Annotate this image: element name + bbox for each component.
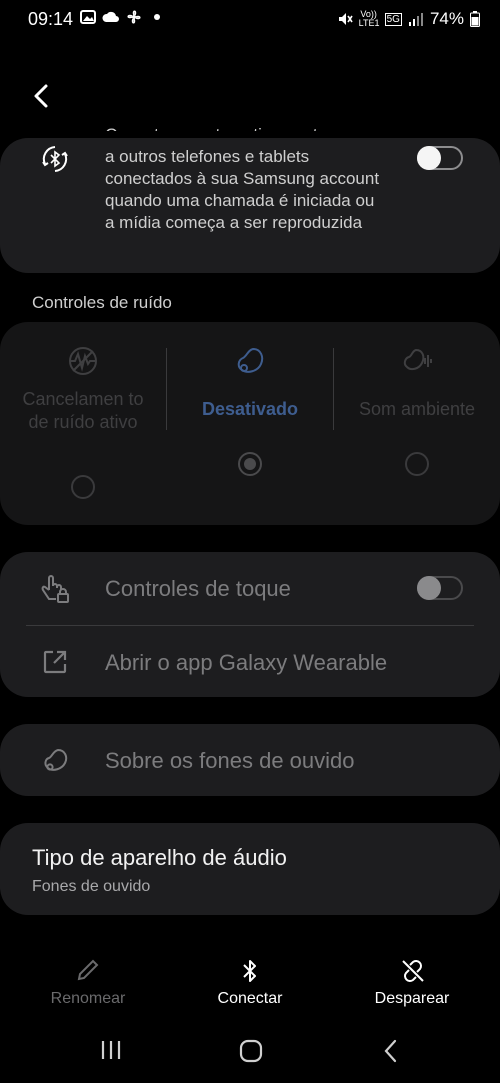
- connect-label: Conectar: [217, 990, 283, 1007]
- auto-switch-toggle[interactable]: [417, 146, 463, 170]
- auto-switch-icon: [42, 146, 68, 172]
- radio-off[interactable]: [238, 452, 262, 476]
- back-button[interactable]: [26, 80, 58, 112]
- network-indicator: 5G: [384, 12, 402, 26]
- ambient-icon: [403, 348, 432, 371]
- home-button[interactable]: [238, 1038, 264, 1064]
- volte-indicator: Vo)) LTE1: [358, 9, 380, 28]
- noise-controls-card: Cancelamen to de ruído ativo Desativado …: [0, 322, 500, 525]
- open-wearable-row[interactable]: Abrir o app Galaxy Wearable: [0, 626, 500, 697]
- noise-option-off[interactable]: Desativado: [167, 322, 333, 525]
- open-wearable-label: Abrir o app Galaxy Wearable: [105, 650, 388, 675]
- recent-apps-button[interactable]: [98, 1038, 124, 1062]
- unlink-icon: [402, 960, 424, 982]
- connect-button[interactable]: Conectar: [190, 955, 310, 1015]
- signal-icon: [408, 13, 423, 26]
- touch-controls-toggle[interactable]: [417, 576, 463, 600]
- rename-label: Renomear: [50, 990, 126, 1007]
- status-bar: 09:14 Vo)) LTE1 5G 74%: [0, 0, 500, 38]
- touch-controls-label: Controles de toque: [105, 576, 291, 601]
- touch-controls-row[interactable]: Controles de toque: [0, 552, 500, 624]
- status-time: 09:14: [28, 9, 74, 29]
- noise-option-ambient-label: Som ambiente: [358, 399, 476, 419]
- status-notification-icons: [80, 9, 160, 25]
- noise-option-off-label: Desativado: [201, 399, 299, 419]
- unpair-label: Desparear: [374, 990, 450, 1007]
- battery-text: 74%: [429, 9, 464, 28]
- external-link-icon: [43, 650, 67, 674]
- earbud-icon: [237, 347, 264, 373]
- auto-switch-description-partial: Conecta-se automaticamente: [105, 124, 375, 131]
- fan-icon: [127, 10, 141, 24]
- audio-device-type-value: Fones de ouvido: [32, 878, 151, 895]
- pencil-icon: [77, 959, 99, 981]
- mute-icon: [338, 13, 353, 25]
- anc-icon: [69, 347, 97, 375]
- about-earbuds-card[interactable]: Sobre os fones de ouvido: [0, 724, 500, 796]
- nav-back-button[interactable]: [380, 1038, 402, 1064]
- toggle-knob: [417, 146, 441, 170]
- battery-icon: [470, 11, 480, 27]
- audio-device-type-card[interactable]: Tipo de aparelho de áudio Fones de ouvid…: [0, 823, 500, 915]
- noise-option-ambient[interactable]: Som ambiente: [334, 322, 500, 525]
- bluetooth-icon: [243, 960, 256, 982]
- rename-button[interactable]: Renomear: [28, 955, 148, 1015]
- auto-switch-description: a outros telefones e tablets conectados …: [105, 147, 380, 232]
- toggle-knob: [417, 576, 441, 600]
- audio-device-type-title: Tipo de aparelho de áudio: [32, 845, 287, 870]
- status-system-icons: Vo)) LTE1 5G 74%: [337, 9, 480, 29]
- about-earbuds-label: Sobre os fones de ouvido: [105, 748, 355, 773]
- gallery-icon: [80, 10, 96, 24]
- noise-option-anc[interactable]: Cancelamen to de ruído ativo: [0, 322, 166, 525]
- earbuds-icon: [44, 748, 68, 771]
- noise-option-anc-label: Cancelamen to de ruído ativo: [22, 389, 144, 432]
- radio-anc[interactable]: [71, 475, 95, 499]
- touch-controls-card: Controles de toque Abrir o app Galaxy We…: [0, 552, 500, 697]
- auto-switch-card[interactable]: Conecta-se automaticamente a outros tele…: [0, 125, 500, 273]
- dot-icon: [154, 14, 160, 20]
- radio-ambient[interactable]: [405, 452, 429, 476]
- touch-lock-icon: [41, 575, 69, 603]
- noise-section-title: Controles de ruído: [32, 293, 172, 312]
- unpair-button[interactable]: Desparear: [352, 955, 472, 1015]
- cloud-icon: [102, 11, 119, 22]
